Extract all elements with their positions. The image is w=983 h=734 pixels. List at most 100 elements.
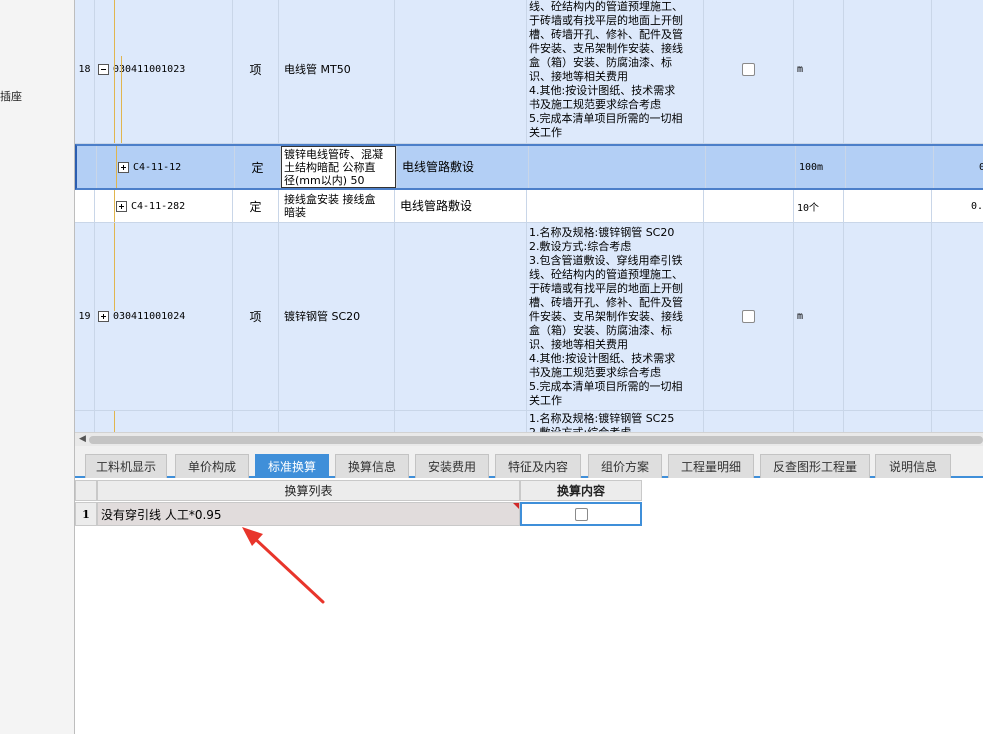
horizontal-scrollbar[interactable]: ◀ [75, 432, 983, 446]
tab-labor-material-machine[interactable]: 工料机显示 [85, 454, 167, 478]
expand-icon[interactable] [116, 200, 127, 212]
item-code: C4-11-282 [131, 200, 186, 212]
quantity-cell[interactable] [844, 190, 932, 222]
comment-marker-icon [513, 503, 519, 509]
code-cell: 030411001023 [95, 0, 233, 143]
name-editor[interactable]: 镀锌电线管砖、混凝 土结构暗配 公称直 径(mm以内) 50 [281, 146, 396, 188]
item-description: 1.名称及规格:镀锌钢管 SC25 2.敷设方式:综合考虑 [529, 412, 675, 432]
conversion-text: 没有穿引线 人工*0.95 [101, 507, 222, 522]
tab-installation-fee[interactable]: 安装费用 [415, 454, 489, 478]
conversion-panel: 换算列表 换算内容 1 没有穿引线 人工*0.95 [75, 478, 983, 734]
scroll-left-icon[interactable]: ◀ [79, 434, 86, 444]
item-code: 030411001024 [113, 311, 186, 322]
type-cell: 定 [233, 190, 279, 222]
type-cell: 项 [233, 0, 279, 143]
extra-cell: 0. [970, 200, 983, 212]
check-cell [706, 146, 796, 188]
scrollbar-thumb[interactable] [89, 436, 983, 444]
item-checkbox[interactable] [742, 310, 755, 323]
item-checkbox[interactable] [742, 63, 755, 76]
tab-reverse-graphic-quantity[interactable]: 反查图形工程量 [760, 454, 870, 478]
code-cell: 030411001024 [95, 223, 233, 410]
tab-pricing-plan[interactable]: 组价方案 [588, 454, 662, 478]
row-number: 19 [75, 223, 95, 410]
feature-cell[interactable] [395, 411, 527, 432]
quantity-cell[interactable] [844, 223, 932, 410]
unit-cell: 100m [796, 146, 846, 188]
code-cell [95, 411, 233, 432]
detail-tab-bar: 工料机显示 单价构成 标准换算 换算信息 安装费用 特征及内容 组价方案 工程量… [75, 446, 983, 478]
item-name: 镀锌电线管砖、混凝 土结构暗配 公称直 径(mm以内) 50 [284, 147, 383, 187]
type-cell [233, 411, 279, 432]
name-cell[interactable]: 镀锌电线管砖、混凝 土结构暗配 公称直 径(mm以内) 50 [281, 146, 397, 188]
extra-cell [932, 223, 983, 410]
feature-cell[interactable]: 电线管路敷设 [397, 146, 529, 188]
extra-cell: 0 [978, 161, 983, 173]
name-cell[interactable]: 电线管 MT50 [279, 0, 395, 143]
quantity-cell[interactable] [846, 146, 934, 188]
description-cell[interactable] [529, 146, 706, 188]
tab-conversion-info[interactable]: 换算信息 [335, 454, 409, 478]
row-number [75, 190, 95, 222]
table-row[interactable]: C4-11-282 定 接线盒安装 接线盒 暗装 电线管路敷设 10个 0. [75, 190, 983, 223]
name-cell[interactable]: 镀锌钢管 SC20 [279, 223, 395, 410]
feature-cell[interactable]: 电线管路敷设 [395, 190, 527, 222]
check-cell [704, 411, 794, 432]
type-cell: 项 [233, 223, 279, 410]
row-number [77, 146, 97, 188]
item-name: 接线盒安装 接线盒 暗装 [284, 193, 376, 219]
row-number: 18 [75, 0, 95, 143]
unit-cell: m [794, 0, 844, 143]
item-feature: 电线管路敷设 [400, 198, 473, 213]
tab-unit-price-composition[interactable]: 单价构成 [175, 454, 249, 478]
quantity-cell[interactable] [844, 0, 932, 143]
bill-grid: 18 030411001023 项 电线管 MT50 线、砼结构内的管道预埋施工… [75, 0, 983, 432]
table-row[interactable]: 1.名称及规格:镀锌钢管 SC25 2.敷设方式:综合考虑 [75, 411, 983, 432]
extra-cell [932, 411, 983, 432]
expand-icon[interactable] [98, 311, 109, 322]
tab-description-info[interactable]: 说明信息 [875, 454, 951, 478]
name-cell[interactable] [279, 411, 395, 432]
sidebar-label[interactable]: 插座 [0, 88, 22, 104]
conversion-row-number: 1 [75, 502, 97, 526]
item-code: 030411001023 [113, 64, 186, 75]
item-description: 线、砼结构内的管道预埋施工、 于砖墙或有找平层的地面上开刨 槽、砖墙开孔、修补、… [529, 0, 683, 139]
tab-features-content[interactable]: 特征及内容 [495, 454, 581, 478]
unit-cell: m [794, 223, 844, 410]
table-row[interactable]: 18 030411001023 项 电线管 MT50 线、砼结构内的管道预埋施工… [75, 0, 983, 144]
header-conversion-content: 换算内容 [520, 480, 642, 501]
check-cell [704, 223, 794, 410]
header-corner [75, 480, 97, 501]
description-cell[interactable]: 1.名称及规格:镀锌钢管 SC20 2.敷设方式:综合考虑 3.包含管道敷设、穿… [527, 223, 704, 410]
description-cell[interactable] [527, 190, 704, 222]
item-code: C4-11-12 [133, 161, 182, 173]
row-number [75, 411, 95, 432]
expand-icon[interactable] [118, 161, 129, 173]
check-cell [704, 0, 794, 143]
table-row-selected[interactable]: C4-11-12 定 镀锌电线管砖、混凝 土结构暗配 公称直 径(mm以内) 5… [75, 144, 983, 190]
item-description: 1.名称及规格:镀锌钢管 SC20 2.敷设方式:综合考虑 3.包含管道敷设、穿… [529, 225, 683, 407]
feature-cell[interactable] [395, 223, 527, 410]
unit-cell [794, 411, 844, 432]
conversion-content-cell[interactable] [520, 502, 642, 526]
description-cell[interactable]: 1.名称及规格:镀锌钢管 SC25 2.敷设方式:综合考虑 [527, 411, 704, 432]
quantity-cell[interactable] [844, 411, 932, 432]
item-feature: 电线管路敷设 [402, 159, 475, 174]
type-cell: 定 [235, 146, 281, 188]
code-cell: C4-11-12 [97, 146, 235, 188]
tab-standard-conversion[interactable]: 标准换算 [255, 454, 329, 478]
name-cell[interactable]: 接线盒安装 接线盒 暗装 [279, 190, 395, 222]
conversion-row-text[interactable]: 没有穿引线 人工*0.95 [97, 502, 520, 526]
feature-cell[interactable] [395, 0, 527, 143]
code-cell: C4-11-282 [95, 190, 233, 222]
left-sidebar: 插座 [0, 0, 75, 734]
item-name: 镀锌钢管 SC20 [284, 310, 361, 323]
table-row[interactable]: 19 030411001024 项 镀锌钢管 SC20 1.名称及规格:镀锌钢管… [75, 223, 983, 411]
conversion-checkbox[interactable] [574, 507, 588, 521]
header-conversion-list: 换算列表 [97, 480, 520, 501]
collapse-icon[interactable] [98, 64, 109, 75]
tab-quantity-detail[interactable]: 工程量明细 [668, 454, 754, 478]
unit-cell: 10个 [794, 190, 844, 222]
extra-cell [932, 0, 983, 143]
description-cell[interactable]: 线、砼结构内的管道预埋施工、 于砖墙或有找平层的地面上开刨 槽、砖墙开孔、修补、… [527, 0, 704, 143]
